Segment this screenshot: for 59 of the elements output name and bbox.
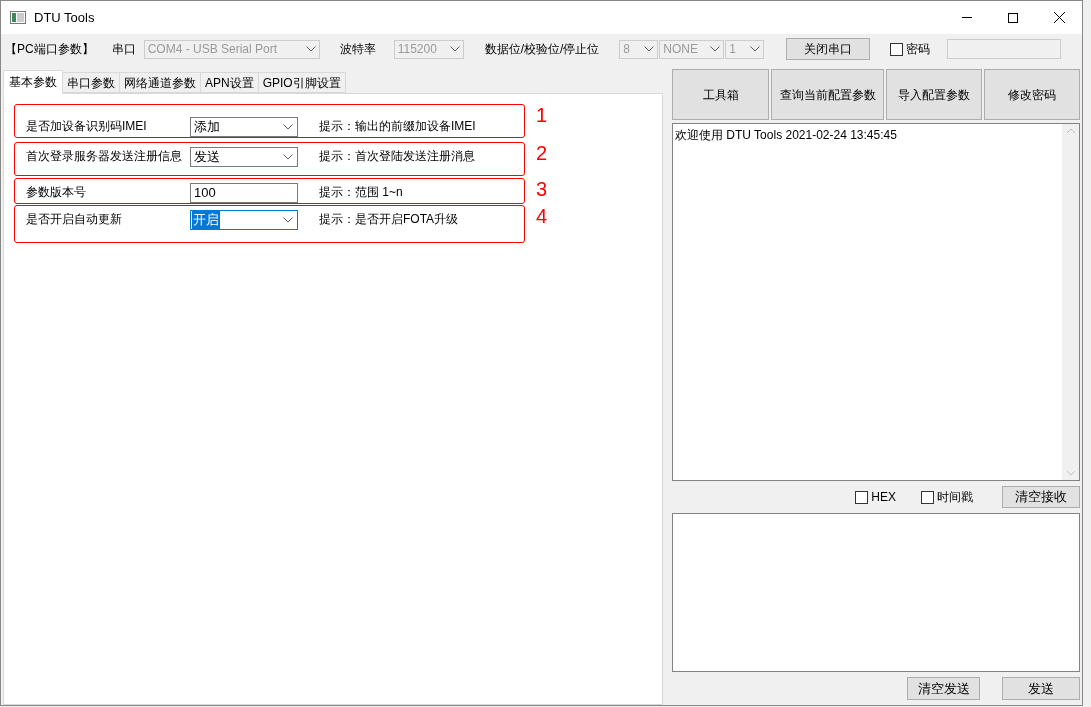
- param-label: 是否开启自动更新: [26, 211, 123, 228]
- minimize-icon: [962, 17, 972, 18]
- caret-icon: [710, 46, 721, 52]
- send-field[interactable]: [672, 513, 1080, 672]
- close-port-button[interactable]: 关闭串口: [786, 38, 871, 60]
- maximize-icon: [1008, 12, 1018, 23]
- field-label: 串口: [111, 41, 136, 58]
- toolbar-button[interactable]: 查询当前配置参数: [771, 69, 884, 120]
- log-line: 欢迎使用 DTU Tools 2021-02-24 13:45:45: [674, 127, 898, 144]
- caret-icon: [750, 46, 761, 52]
- clear-receive-button[interactable]: 清空接收: [1002, 486, 1080, 508]
- receive-log[interactable]: 欢迎使用 DTU Tools 2021-02-24 13:45:45: [672, 123, 1080, 481]
- scrollbar[interactable]: [1062, 124, 1079, 480]
- field-label: 波特率: [339, 41, 376, 58]
- checkbox[interactable]: [921, 490, 934, 504]
- checkbox-label: HEX: [871, 489, 896, 506]
- annotation-number: 2: [536, 142, 548, 164]
- field-label: 数据位/校验位/停止位: [484, 41, 600, 58]
- checkbox[interactable]: [890, 42, 904, 56]
- caret-icon: [449, 46, 460, 52]
- tab[interactable]: 串口参数: [63, 72, 120, 93]
- dropdown[interactable]: 添加: [190, 117, 298, 137]
- caret-icon: [305, 46, 316, 52]
- scroll-up-icon: [1066, 128, 1075, 133]
- caret-icon: [644, 46, 655, 52]
- send-button[interactable]: 发送: [1002, 677, 1080, 700]
- toolbar-button[interactable]: 工具箱: [672, 69, 769, 120]
- toolbar-button[interactable]: 修改密码: [984, 69, 1080, 120]
- app-icon: [10, 11, 26, 24]
- hint-text: 提示：输出的前缀加设备IMEI: [319, 118, 476, 135]
- hint-text: 提示：范围 1~n: [319, 184, 403, 201]
- checkbox-label: 密码: [906, 41, 931, 58]
- tab[interactable]: 基本参数: [3, 70, 63, 94]
- checkbox[interactable]: [855, 490, 869, 504]
- dropdown[interactable]: 发送: [190, 147, 298, 167]
- window-title: DTU Tools: [34, 8, 95, 27]
- caret-icon: [283, 217, 293, 223]
- caret-icon: [283, 154, 293, 160]
- tab[interactable]: GPIO引脚设置: [258, 72, 346, 93]
- tab[interactable]: 网络通道参数: [120, 72, 201, 93]
- annotation-number: 3: [536, 178, 548, 200]
- toolbar-button[interactable]: 导入配置参数: [886, 69, 982, 120]
- tab[interactable]: APN设置: [201, 72, 259, 93]
- param-label: 是否加设备识别码IMEI: [26, 118, 148, 135]
- param-label: 参数版本号: [26, 184, 87, 201]
- annotation-number: 1: [536, 104, 548, 126]
- close-icon: [1053, 12, 1065, 23]
- clear-send-button[interactable]: 清空发送: [907, 677, 980, 700]
- hint-text: 提示：首次登陆发送注册消息: [319, 148, 475, 165]
- caret-icon: [283, 124, 293, 130]
- param-label: 首次登录服务器发送注册信息: [26, 148, 183, 165]
- checkbox-label: 时间戳: [937, 489, 973, 506]
- dropdown[interactable]: 开启: [190, 210, 298, 230]
- password-field[interactable]: [947, 39, 1062, 59]
- section-label: 【PC端口参数】: [5, 41, 94, 58]
- input-field[interactable]: 100: [190, 183, 298, 203]
- hint-text: 提示：是否开启FOTA升级: [319, 211, 459, 228]
- annotation-number: 4: [536, 205, 548, 227]
- scroll-down-icon: [1066, 471, 1075, 476]
